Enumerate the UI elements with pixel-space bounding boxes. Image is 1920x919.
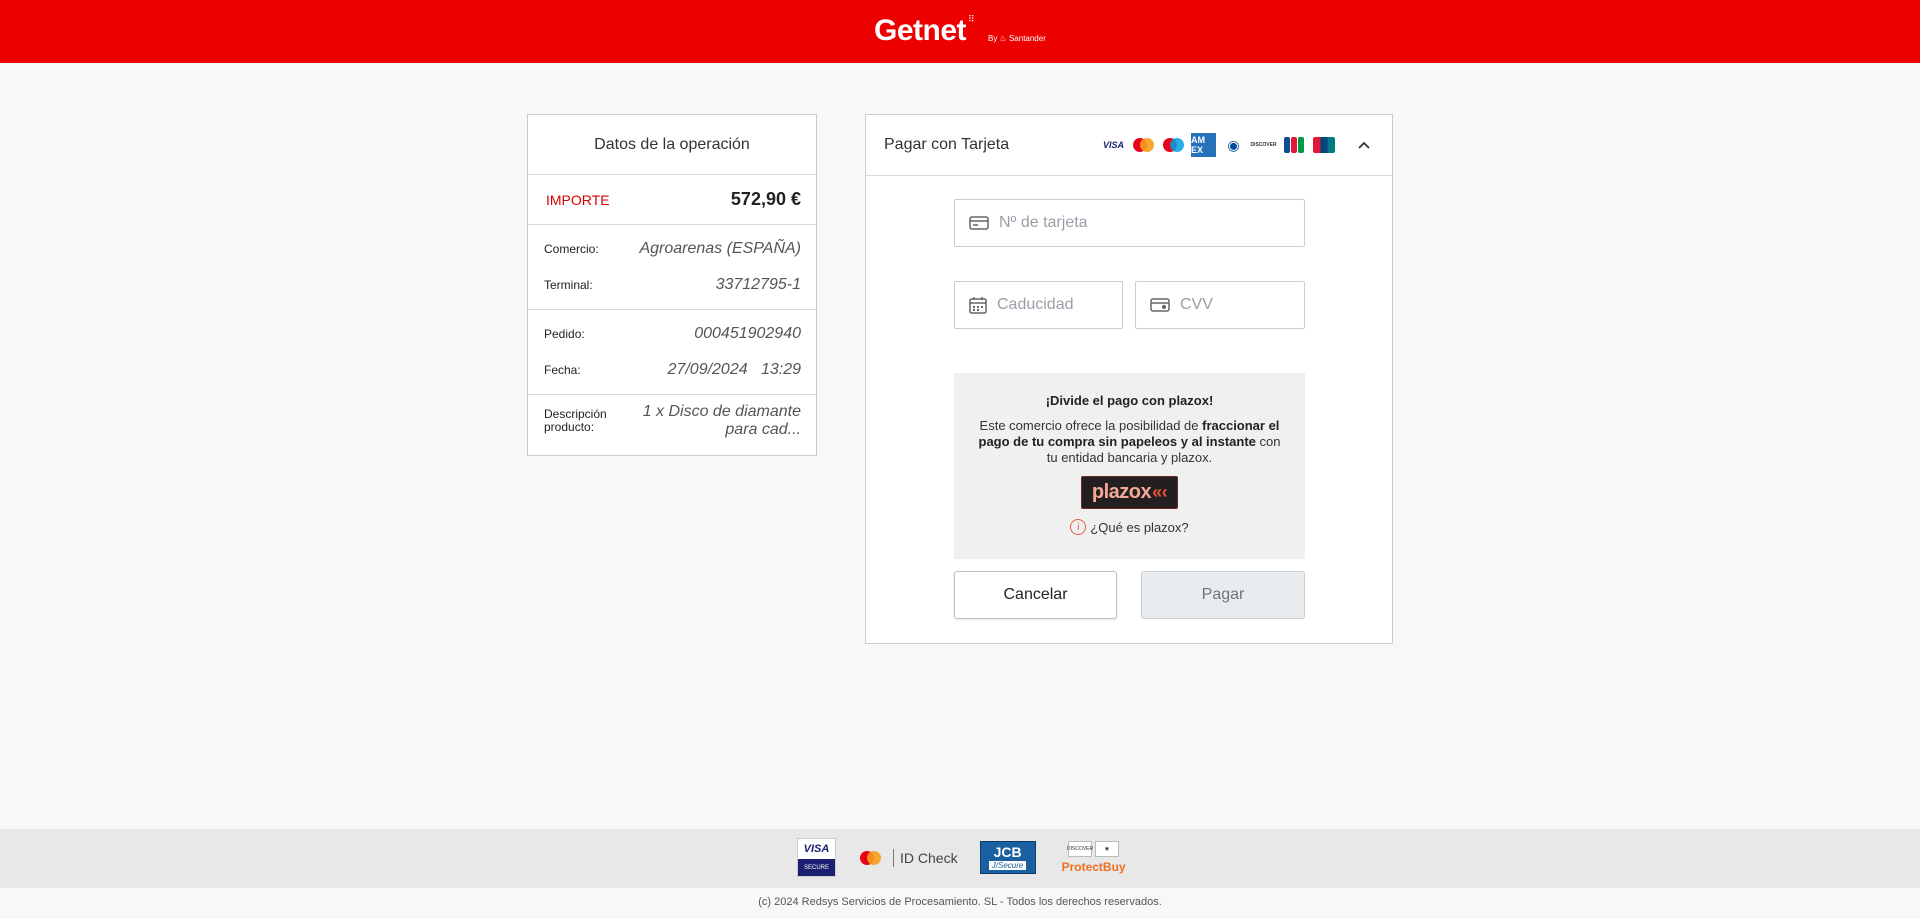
diners-logo-icon: ◉ bbox=[1227, 136, 1240, 153]
date-label: Fecha: bbox=[544, 363, 581, 377]
visa-secure-logo: VISA SECURE bbox=[797, 838, 836, 877]
getnet-logo: Getnet ⠿ By ♨ Santander bbox=[874, 14, 1046, 48]
amount-row: IMPORTE 572,90 € bbox=[528, 175, 816, 225]
operation-details-panel: Datos de la operación IMPORTE 572,90 € C… bbox=[527, 114, 817, 456]
expiry-field[interactable] bbox=[954, 281, 1123, 329]
mastercard-logo-icon bbox=[1131, 133, 1156, 157]
plazox-logo-text: plazox bbox=[1091, 481, 1152, 503]
mastercard-icon bbox=[858, 850, 883, 866]
description-row: Descripción producto: 1 x Disco de diama… bbox=[528, 401, 816, 441]
description-label: Descripción producto: bbox=[544, 407, 607, 434]
pay-button[interactable]: Pagar bbox=[1141, 571, 1305, 619]
plazox-promo: ¡Divide el pago con plazox! Este comerci… bbox=[954, 373, 1305, 559]
order-label: Pedido: bbox=[544, 327, 585, 341]
cvv-card-icon bbox=[1150, 296, 1170, 314]
top-bar: Getnet ⠿ By ♨ Santander bbox=[0, 0, 1920, 63]
expiry-input[interactable] bbox=[997, 296, 1108, 314]
merchant-group: Comercio: Agroarenas (ESPAÑA) Terminal: … bbox=[528, 225, 816, 310]
cancel-button[interactable]: Cancelar bbox=[954, 571, 1117, 619]
date-row: Fecha: 27/09/2024 13:29 bbox=[528, 352, 816, 388]
discover-logo-icon: DISCOVER bbox=[1250, 142, 1277, 148]
order-row: Pedido: 000451902940 bbox=[528, 316, 816, 352]
amount-label: IMPORTE bbox=[546, 191, 610, 208]
order-group: Pedido: 000451902940 Fecha: 27/09/2024 1… bbox=[528, 310, 816, 395]
brand-byline: By ♨ Santander bbox=[988, 34, 1046, 43]
brand-name: Getnet bbox=[874, 14, 967, 47]
jcb-secure-logo: JCB J/Secure bbox=[979, 841, 1036, 874]
calendar-icon bbox=[969, 296, 987, 314]
accepted-card-brands: VISA AM EX ◉ DISCOVER bbox=[1101, 133, 1336, 157]
discover-protectbuy-logo: DISCOVER ◉ ProtectBuy bbox=[1062, 841, 1126, 874]
chevron-up-icon[interactable] bbox=[1354, 135, 1374, 155]
description-value: 1 x Disco de diamante para cad... bbox=[642, 403, 801, 438]
copyright: (c) 2024 Redsys Servicios de Procesamien… bbox=[758, 896, 1162, 908]
card-payment-panel: Pagar con Tarjeta VISA AM EX ◉ DISCOVER bbox=[865, 114, 1393, 644]
operation-title: Datos de la operación bbox=[528, 115, 816, 175]
cvv-input[interactable] bbox=[1180, 296, 1290, 314]
brand-dots-icon: ⠿ bbox=[968, 14, 975, 24]
plazox-info-text: ¿Qué es plazox? bbox=[1090, 519, 1189, 535]
mastercard-id-check-logo: ID Check bbox=[858, 848, 958, 867]
terminal-value: 33712795-1 bbox=[715, 276, 801, 293]
security-seals: VISA SECURE ID Check JCB J/Secure DISCOV… bbox=[797, 838, 1126, 877]
amex-logo-icon: AM EX bbox=[1191, 133, 1216, 157]
merchant-value: Agroarenas (ESPAÑA) bbox=[639, 240, 801, 257]
plazox-logo[interactable]: plazox «‹ bbox=[1081, 476, 1178, 509]
amount-value: 572,90 € bbox=[730, 189, 801, 209]
description-group: Descripción producto: 1 x Disco de diama… bbox=[528, 395, 816, 447]
maestro-logo-icon bbox=[1161, 133, 1186, 157]
date-value: 27/09/2024 13:29 bbox=[667, 361, 801, 378]
card-payment-header[interactable]: Pagar con Tarjeta VISA AM EX ◉ DISCOVER bbox=[866, 115, 1392, 176]
card-number-input[interactable] bbox=[999, 214, 1290, 232]
plazox-title: ¡Divide el pago con plazox! bbox=[1045, 393, 1214, 408]
plazox-arrows-icon: «‹ bbox=[1152, 482, 1168, 502]
protectbuy-cards-icon: DISCOVER ◉ bbox=[1067, 841, 1120, 857]
card-number-field[interactable] bbox=[954, 199, 1305, 247]
merchant-label: Comercio: bbox=[544, 242, 599, 256]
card-icon bbox=[969, 214, 989, 232]
plazox-description: Este comercio ofrece la posibilidad de f… bbox=[978, 418, 1281, 465]
info-icon: i bbox=[1070, 519, 1087, 535]
merchant-row: Comercio: Agroarenas (ESPAÑA) bbox=[528, 231, 816, 267]
jcb-logo-icon bbox=[1281, 133, 1306, 157]
card-payment-title: Pagar con Tarjeta bbox=[884, 136, 1010, 153]
visa-logo-icon: VISA bbox=[1102, 140, 1124, 150]
cvv-field[interactable] bbox=[1135, 281, 1305, 329]
plazox-info-link[interactable]: i ¿Qué es plazox? bbox=[954, 519, 1305, 535]
terminal-row: Terminal: 33712795-1 bbox=[528, 267, 816, 303]
terminal-label: Terminal: bbox=[544, 278, 593, 292]
unionpay-logo-icon bbox=[1311, 133, 1336, 157]
order-value: 000451902940 bbox=[694, 325, 801, 342]
